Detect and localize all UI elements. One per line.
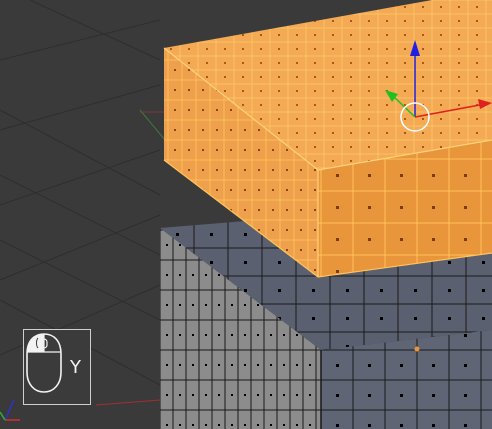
mouse-icon [26,333,62,393]
key-label: Y [70,357,81,378]
floor-grid [0,0,161,386]
selected-vertex [414,346,420,352]
3d-viewport[interactable]: Y [0,0,492,429]
input-overlay: Y [23,329,91,405]
world-axis-lines [95,109,170,406]
view-axis-indicator [0,399,20,421]
